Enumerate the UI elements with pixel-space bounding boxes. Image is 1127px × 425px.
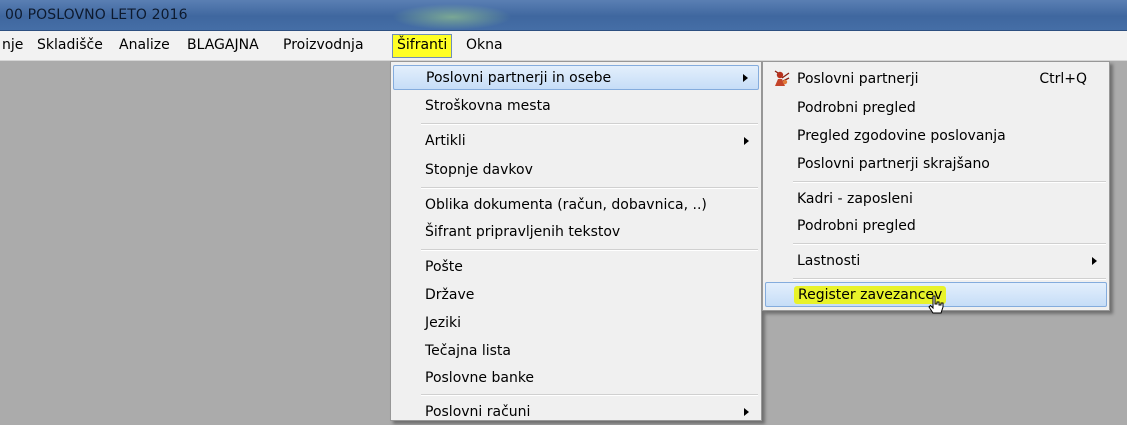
menu-item-label: Jeziki <box>425 315 461 331</box>
menu-item-label: Podrobni pregled <box>797 100 916 116</box>
menu-item-label: Poslovni računi <box>425 404 531 420</box>
menu-item-lastnosti[interactable]: Lastnosti <box>765 249 1107 274</box>
title-bar-glow <box>392 4 512 30</box>
menu-item-analize[interactable]: Analize <box>119 37 170 53</box>
menu-bar: nje Skladišče Analize BLAGAJNA Proizvodn… <box>0 31 1127 61</box>
menu-item-poste[interactable]: Pošte <box>393 255 759 280</box>
menu-item-label: Poslovni partnerji <box>797 71 919 87</box>
menu-item-poslovni-partnerji-in-osebe[interactable]: Poslovni partnerji in osebe <box>393 65 759 90</box>
menu-item-podrobni-pregled[interactable]: Podrobni pregled <box>765 96 1107 121</box>
menu-separator <box>793 181 1106 183</box>
menu-item-label: Poslovni partnerji in osebe <box>426 70 612 86</box>
menu-item-label: Tečajna lista <box>425 343 511 359</box>
menu-item-sifranti[interactable]: Šifranti <box>392 34 453 58</box>
menu-item-label: Države <box>425 287 475 303</box>
menu-separator <box>421 187 758 189</box>
menu-separator <box>793 243 1106 245</box>
menu-item-label: Artikli <box>425 133 466 149</box>
menu-item-nje[interactable]: nje <box>2 37 23 53</box>
menu-item-poslovni-partnerji[interactable]: Poslovni partnerji Ctrl+Q <box>765 67 1107 92</box>
menu-item-kadri-zaposleni[interactable]: Kadri - zaposleni <box>765 187 1107 212</box>
menu-item-jeziki[interactable]: Jeziki <box>393 311 759 336</box>
mouse-cursor-icon <box>928 295 944 314</box>
submenu-arrow-icon <box>744 137 749 145</box>
menu-separator <box>421 123 758 125</box>
menu-item-label: Šifrant pripravljenih tekstov <box>425 224 621 240</box>
partner-icon <box>774 70 790 86</box>
menu-item-sifrant-pripravljenih-tekstov[interactable]: Šifrant pripravljenih tekstov <box>393 220 759 245</box>
submenu-arrow-icon <box>744 408 749 416</box>
menu-item-poslovne-banke[interactable]: Poslovne banke <box>393 366 759 391</box>
menu-item-label: Register zavezancev <box>794 286 947 304</box>
menu-item-blagajna[interactable]: BLAGAJNA <box>187 37 259 53</box>
menu-separator <box>421 249 758 251</box>
menu-item-tecajna-lista[interactable]: Tečajna lista <box>393 339 759 364</box>
shortcut-label: Ctrl+Q <box>1039 71 1087 87</box>
submenu-arrow-icon <box>1092 257 1097 265</box>
menu-item-stopnje-davkov[interactable]: Stopnje davkov <box>393 158 759 183</box>
menu-item-kadri-podrobni-pregled[interactable]: Podrobni pregled <box>765 214 1107 239</box>
menu-item-okna[interactable]: Okna <box>466 37 503 53</box>
menu-item-label-wrap: Register zavezancev <box>794 286 947 304</box>
menu-item-label: Podrobni pregled <box>797 218 916 234</box>
menu-item-label: Poslovne banke <box>425 370 535 386</box>
menu-item-drzave[interactable]: Države <box>393 283 759 308</box>
menu-item-label: Pošte <box>425 259 463 275</box>
window-title: 00 POSLOVNO LETO 2016 <box>5 7 188 23</box>
menu-item-proizvodnja[interactable]: Proizvodnja <box>283 37 364 53</box>
menu-item-oblika-dokumenta[interactable]: Oblika dokumenta (račun, dobavnica, ..) <box>393 193 759 218</box>
menu-separator <box>421 394 758 396</box>
menu-item-stroskovna-mesta[interactable]: Stroškovna mesta <box>393 94 759 119</box>
partnerji-submenu: Poslovni partnerji Ctrl+Q Podrobni pregl… <box>762 61 1110 311</box>
submenu-arrow-icon <box>743 74 748 82</box>
sifranti-menu: Poslovni partnerji in osebe Stroškovna m… <box>390 61 762 421</box>
menu-item-label: Oblika dokumenta (račun, dobavnica, ..) <box>425 197 707 213</box>
menu-item-poslovni-partnerji-skrajsano[interactable]: Poslovni partnerji skrajšano <box>765 152 1107 177</box>
menu-item-label: Pregled zgodovine poslovanja <box>797 128 1006 144</box>
title-bar: 00 POSLOVNO LETO 2016 <box>0 0 1127 31</box>
menu-item-label: Kadri - zaposleni <box>797 191 913 207</box>
menu-item-skladisce[interactable]: Skladišče <box>37 37 103 53</box>
menu-item-label: Lastnosti <box>797 253 861 269</box>
menu-item-label: Stopnje davkov <box>425 162 533 178</box>
menu-item-poslovni-racuni[interactable]: Poslovni računi <box>393 400 759 425</box>
menu-separator <box>793 278 1106 280</box>
menu-item-label: Poslovni partnerji skrajšano <box>797 156 990 172</box>
menu-item-artikli[interactable]: Artikli <box>393 129 759 154</box>
menu-item-label: Stroškovna mesta <box>425 98 551 114</box>
menu-item-pregled-zgodovine-poslovanja[interactable]: Pregled zgodovine poslovanja <box>765 124 1107 149</box>
